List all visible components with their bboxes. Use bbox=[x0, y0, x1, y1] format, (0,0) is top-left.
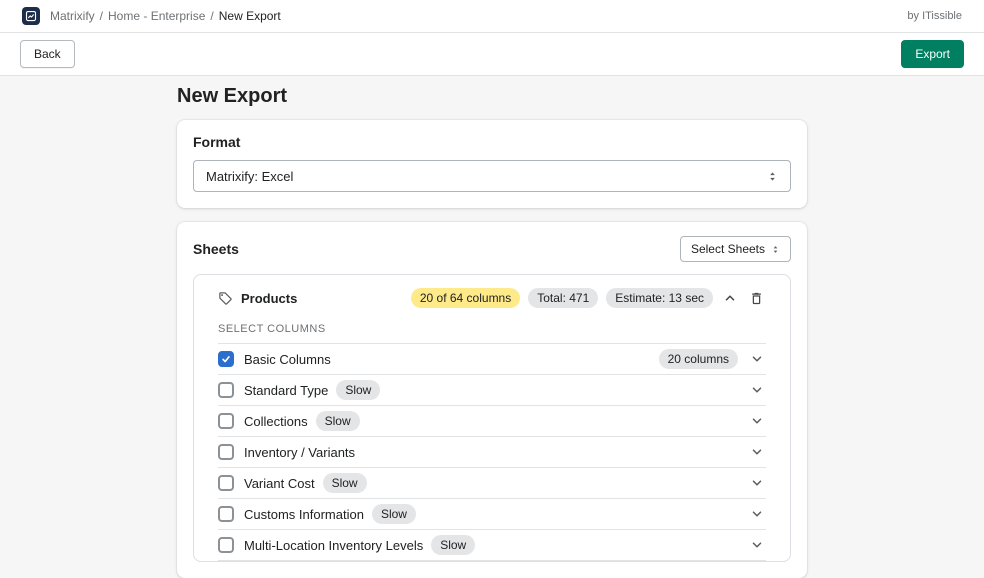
breadcrumb-current: New Export bbox=[219, 9, 281, 23]
columns-selected-badge: 20 columns bbox=[659, 349, 738, 369]
topbar: Matrixify / Home - Enterprise / New Expo… bbox=[0, 0, 984, 33]
column-group-row: Customs Information Slow bbox=[218, 499, 766, 530]
row-actions bbox=[748, 536, 766, 554]
sheet-name: Products bbox=[241, 291, 297, 306]
column-checkbox[interactable] bbox=[218, 413, 234, 429]
column-group-row: Multi-Location Inventory Levels Slow bbox=[218, 530, 766, 561]
logo-chart-glyph bbox=[25, 10, 37, 22]
main-content: New Export Format Matrixify: Excel Sheet… bbox=[177, 76, 807, 578]
column-group-row: Collections Slow bbox=[218, 406, 766, 437]
chevron-down-icon bbox=[750, 414, 764, 428]
page-title: New Export bbox=[177, 84, 807, 108]
column-checkbox[interactable] bbox=[218, 506, 234, 522]
breadcrumb-app[interactable]: Matrixify bbox=[50, 9, 95, 23]
expand-group-button[interactable] bbox=[748, 381, 766, 399]
column-group-label: Customs Information bbox=[244, 507, 364, 522]
chevron-down-icon bbox=[750, 445, 764, 459]
slow-badge: Slow bbox=[336, 380, 380, 400]
select-columns-label: SELECT COLUMNS bbox=[218, 323, 766, 343]
column-checkbox[interactable] bbox=[218, 351, 234, 367]
select-caret-icon bbox=[767, 170, 778, 183]
expand-group-button[interactable] bbox=[748, 536, 766, 554]
column-checkbox[interactable] bbox=[218, 537, 234, 553]
sheets-card-header: Sheets Select Sheets bbox=[193, 236, 791, 262]
sheet-badges: 20 of 64 columns Total: 471 Estimate: 13… bbox=[411, 288, 766, 308]
slow-badge: Slow bbox=[316, 411, 360, 431]
back-button[interactable]: Back bbox=[20, 40, 75, 68]
trash-icon bbox=[749, 291, 764, 306]
chevron-down-icon bbox=[750, 507, 764, 521]
total-badge: Total: 471 bbox=[528, 288, 598, 308]
chevron-up-icon bbox=[723, 291, 737, 305]
expand-group-button[interactable] bbox=[748, 412, 766, 430]
slow-badge: Slow bbox=[323, 473, 367, 493]
sheets-card: Sheets Select Sheets Products 20 of 64 c… bbox=[177, 222, 807, 578]
row-actions bbox=[748, 443, 766, 461]
sheet-header: Products 20 of 64 columns Total: 471 Est… bbox=[218, 287, 766, 309]
breadcrumb: Matrixify / Home - Enterprise / New Expo… bbox=[50, 9, 281, 23]
row-actions bbox=[748, 474, 766, 492]
select-sheets-label: Select Sheets bbox=[691, 242, 765, 256]
sheets-card-title: Sheets bbox=[193, 241, 239, 257]
expand-group-button[interactable] bbox=[748, 350, 766, 368]
row-actions bbox=[748, 505, 766, 523]
expand-group-button[interactable] bbox=[748, 474, 766, 492]
expand-group-button[interactable] bbox=[748, 505, 766, 523]
breadcrumb-separator: / bbox=[210, 9, 213, 23]
products-sheet-panel: Products 20 of 64 columns Total: 471 Est… bbox=[193, 274, 791, 562]
column-group-label: Collections bbox=[244, 414, 308, 429]
column-checkbox[interactable] bbox=[218, 444, 234, 460]
breadcrumb-separator: / bbox=[100, 9, 103, 23]
row-actions: 20 columns bbox=[659, 349, 766, 369]
column-checkbox[interactable] bbox=[218, 475, 234, 491]
row-actions bbox=[748, 412, 766, 430]
slow-badge: Slow bbox=[372, 504, 416, 524]
column-group-row: Variant Cost Slow bbox=[218, 468, 766, 499]
format-select-value: Matrixify: Excel bbox=[206, 169, 293, 184]
column-group-row: Basic Columns 20 columns bbox=[218, 344, 766, 375]
chevron-down-icon bbox=[750, 383, 764, 397]
check-icon bbox=[221, 354, 231, 364]
format-card-title: Format bbox=[193, 134, 791, 150]
byline: by ITissible bbox=[907, 10, 962, 22]
tag-icon bbox=[218, 291, 233, 306]
collapse-sheet-button[interactable] bbox=[721, 289, 739, 307]
export-button[interactable]: Export bbox=[901, 40, 964, 68]
format-card: Format Matrixify: Excel bbox=[177, 120, 807, 208]
chevron-down-icon bbox=[750, 476, 764, 490]
column-group-label: Basic Columns bbox=[244, 352, 331, 367]
format-select[interactable]: Matrixify: Excel bbox=[193, 160, 791, 192]
row-actions bbox=[748, 381, 766, 399]
column-group-row: Inventory / Variants bbox=[218, 437, 766, 468]
column-group-label: Inventory / Variants bbox=[244, 445, 355, 460]
column-group-label: Variant Cost bbox=[244, 476, 315, 491]
column-groups-list: Basic Columns 20 columns Standard Type S… bbox=[218, 343, 766, 561]
estimate-badge: Estimate: 13 sec bbox=[606, 288, 713, 308]
select-sheets-dropdown[interactable]: Select Sheets bbox=[680, 236, 791, 262]
column-checkbox[interactable] bbox=[218, 382, 234, 398]
select-caret-icon bbox=[771, 244, 780, 255]
expand-group-button[interactable] bbox=[748, 443, 766, 461]
matrixify-logo-icon bbox=[22, 7, 40, 25]
column-group-label: Standard Type bbox=[244, 383, 328, 398]
breadcrumb-home[interactable]: Home - Enterprise bbox=[108, 9, 205, 23]
chevron-down-icon bbox=[750, 352, 764, 366]
action-bar: Back Export bbox=[0, 33, 984, 76]
delete-sheet-button[interactable] bbox=[747, 289, 766, 308]
chevron-down-icon bbox=[750, 538, 764, 552]
slow-badge: Slow bbox=[431, 535, 475, 555]
column-group-row: Standard Type Slow bbox=[218, 375, 766, 406]
columns-count-badge: 20 of 64 columns bbox=[411, 288, 520, 308]
column-group-label: Multi-Location Inventory Levels bbox=[244, 538, 423, 553]
